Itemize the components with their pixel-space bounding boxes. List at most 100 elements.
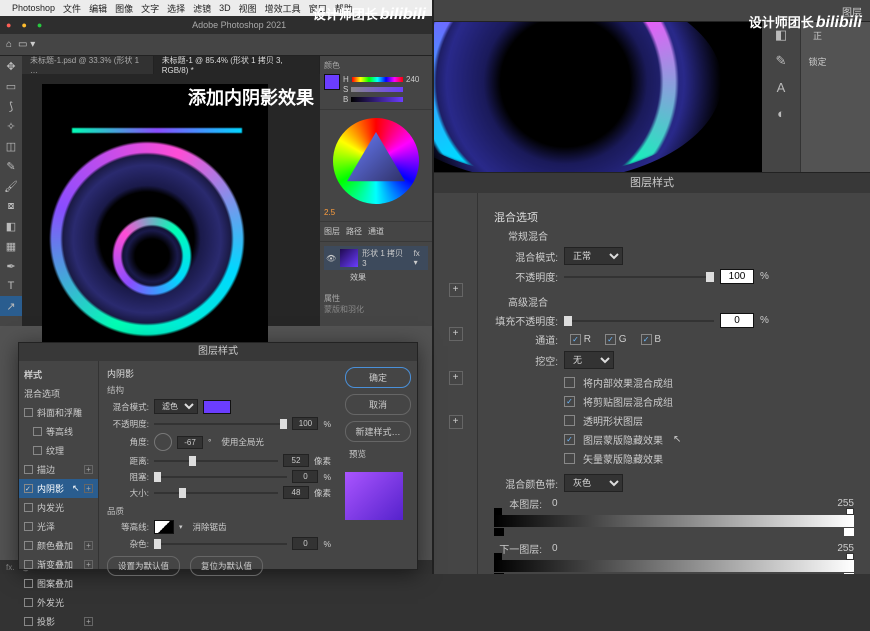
blend-mode-select[interactable]: 正常 (564, 247, 623, 265)
menu-item[interactable]: 帮助 (335, 2, 353, 15)
style-item[interactable]: 渐变叠加+ (19, 555, 98, 574)
menu-item[interactable]: 编辑 (89, 2, 107, 15)
set-default-button[interactable]: 设置为默认值 (107, 556, 180, 576)
path-tool-icon[interactable]: ↗ (0, 296, 22, 316)
layer-row[interactable]: 👁 形状 1 拷贝 3 fx ▾ (324, 246, 428, 270)
canvas[interactable] (42, 84, 268, 364)
choke-slider[interactable] (154, 471, 287, 483)
fill-opacity-slider[interactable] (564, 314, 714, 328)
panel-tab[interactable]: 路径 (346, 226, 362, 237)
style-item[interactable]: 投影+ (19, 612, 98, 631)
fx-line[interactable]: 效果 (324, 270, 428, 285)
canvas[interactable] (434, 22, 762, 192)
eraser-tool-icon[interactable]: ◧ (0, 216, 22, 236)
menu-item[interactable]: 视图 (239, 2, 257, 15)
document-tab[interactable]: 未标题-1.psd @ 33.3% (形状 1 … (22, 56, 154, 74)
text-tool-icon[interactable]: T (0, 276, 22, 296)
size-slider[interactable] (154, 487, 278, 499)
panel-tab[interactable]: 图层 (834, 0, 870, 23)
brushes-icon[interactable]: ✎ (762, 48, 800, 74)
blend-mode-select[interactable]: 滤色 (154, 399, 198, 414)
channel-r-checkbox[interactable] (570, 334, 581, 345)
pen-tool-icon[interactable]: ✒ (0, 256, 22, 276)
layer-mask-hides-checkbox[interactable] (564, 434, 575, 445)
marquee-tool-icon[interactable]: ▭ (0, 76, 22, 96)
layers-panel-header[interactable]: 图层 路径 通道 (320, 222, 432, 241)
fx-badge[interactable]: fx ▾ (414, 249, 426, 267)
character-icon[interactable]: A (762, 74, 800, 100)
document-tab[interactable]: 未标题-1 @ 85.4% (形状 1 拷贝 3, RGB/8) * (154, 56, 320, 74)
eyedropper-tool-icon[interactable]: ✎ (0, 156, 22, 176)
tool-preset[interactable]: ▭ ▾ (18, 39, 35, 50)
menu-item[interactable]: 选择 (167, 2, 185, 15)
color-swatch[interactable] (203, 400, 231, 414)
opacity-slider[interactable] (154, 418, 287, 430)
lasso-tool-icon[interactable]: ⟆ (0, 96, 22, 116)
reset-default-button[interactable]: 复位为默认值 (190, 556, 263, 576)
layer-thumbnail[interactable] (340, 249, 358, 267)
style-item[interactable]: 纹理 (19, 441, 98, 460)
this-layer-gradient[interactable] (494, 515, 854, 527)
visibility-icon[interactable]: 👁 (326, 254, 336, 263)
angle-dial[interactable] (154, 433, 172, 451)
options-bar[interactable]: ⌂ ▭ ▾ (0, 34, 432, 56)
blend-interior-checkbox[interactable] (564, 377, 575, 388)
add-style-button[interactable]: + (449, 327, 463, 341)
style-item[interactable]: 光泽 (19, 517, 98, 536)
add-style-button[interactable]: + (449, 283, 463, 297)
distance-slider[interactable] (154, 455, 278, 467)
menu-item[interactable]: 文件 (63, 2, 81, 15)
brush-tool-icon[interactable]: 🖌 (0, 176, 22, 196)
fg-color-swatch[interactable] (324, 74, 340, 90)
contour-picker[interactable] (154, 520, 174, 534)
add-style-button[interactable]: + (449, 415, 463, 429)
opacity-slider[interactable] (564, 270, 714, 284)
style-item[interactable]: 斜面和浮雕 (19, 403, 98, 422)
panel-tab[interactable]: 通道 (368, 226, 384, 237)
color-wheel[interactable] (333, 118, 419, 204)
transparency-shapes-checkbox[interactable] (564, 415, 575, 426)
color-panel[interactable]: 颜色 H240 S B (320, 56, 432, 109)
underlying-layer-gradient[interactable] (494, 560, 854, 572)
fx-icon[interactable]: fx. (6, 563, 14, 572)
wand-tool-icon[interactable]: ✧ (0, 116, 22, 136)
channel-b-checkbox[interactable] (641, 334, 652, 345)
cancel-button[interactable]: 取消 (345, 394, 411, 415)
menu-item[interactable]: 窗口 (309, 2, 327, 15)
opacity-input[interactable]: 100 (720, 269, 754, 284)
color-wheel-panel[interactable]: 2.5 (320, 110, 432, 221)
adjustments-icon[interactable]: ◐ (762, 100, 800, 126)
style-item[interactable]: 颜色叠加+ (19, 536, 98, 555)
blend-clipped-checkbox[interactable] (564, 396, 575, 407)
ok-button[interactable]: 确定 (345, 367, 411, 388)
gradient-tool-icon[interactable]: ▦ (0, 236, 22, 256)
channel-g-checkbox[interactable] (605, 334, 616, 345)
style-item[interactable]: 等高线 (19, 422, 98, 441)
blend-if-select[interactable]: 灰色 (564, 474, 623, 492)
menu-item[interactable]: 图像 (115, 2, 133, 15)
menu-item[interactable]: 3D (219, 3, 231, 13)
menu-item[interactable]: 文字 (141, 2, 159, 15)
angle-input[interactable]: -67 (177, 436, 203, 449)
fill-opacity-input[interactable]: 0 (720, 313, 754, 328)
add-style-button[interactable]: + (449, 371, 463, 385)
stamp-tool-icon[interactable]: ⧇ (0, 196, 22, 216)
menu-item[interactable]: Photoshop (12, 3, 55, 13)
style-item[interactable]: 图案叠加 (19, 574, 98, 593)
style-item-inner-shadow[interactable]: 内阴影↖+ (19, 479, 98, 498)
style-item[interactable]: 混合选项 (19, 384, 98, 403)
home-icon[interactable]: ⌂ (6, 39, 12, 50)
style-item[interactable]: 描边+ (19, 460, 98, 479)
panel-tab[interactable]: 图层 (324, 226, 340, 237)
style-item[interactable]: 内发光 (19, 498, 98, 517)
noise-slider[interactable] (154, 538, 287, 550)
move-tool-icon[interactable]: ✥ (0, 56, 22, 76)
opacity-input[interactable]: 100 (292, 417, 318, 430)
layer-name[interactable]: 形状 1 拷贝 3 (362, 248, 409, 268)
knockout-select[interactable]: 无 (564, 351, 614, 369)
style-item[interactable]: 外发光 (19, 593, 98, 612)
crop-tool-icon[interactable]: ◫ (0, 136, 22, 156)
menu-item[interactable]: 滤镜 (193, 2, 211, 15)
swatches-icon[interactable]: ◧ (762, 22, 800, 48)
new-style-button[interactable]: 新建样式… (345, 421, 411, 442)
